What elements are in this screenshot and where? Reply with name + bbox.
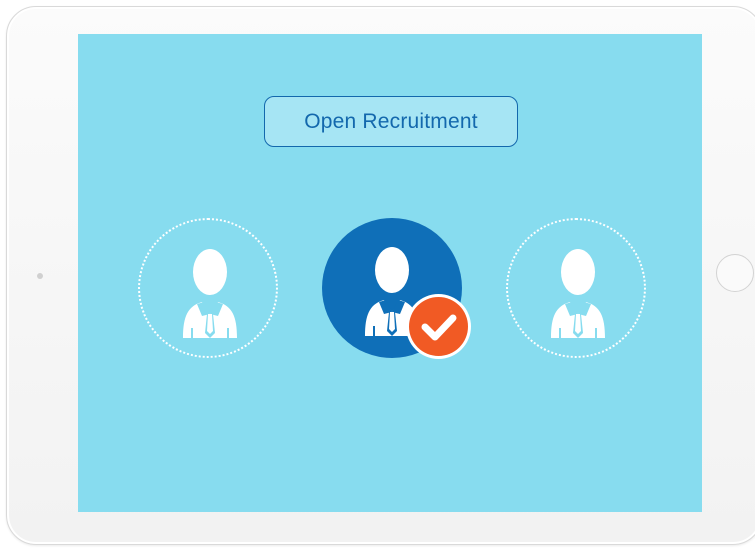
candidate-left[interactable] [138,218,278,358]
tablet-screen: Open Recruitment [78,34,702,512]
tablet-frame: Open Recruitment [0,0,755,549]
open-recruitment-label: Open Recruitment [264,96,518,147]
person-icon [183,249,237,338]
camera-icon [37,273,43,279]
checkmark-icon [421,314,457,341]
home-button[interactable] [716,254,754,292]
person-icon [551,249,605,338]
checkmark-badge [409,297,468,356]
candidate-right[interactable] [506,218,646,358]
